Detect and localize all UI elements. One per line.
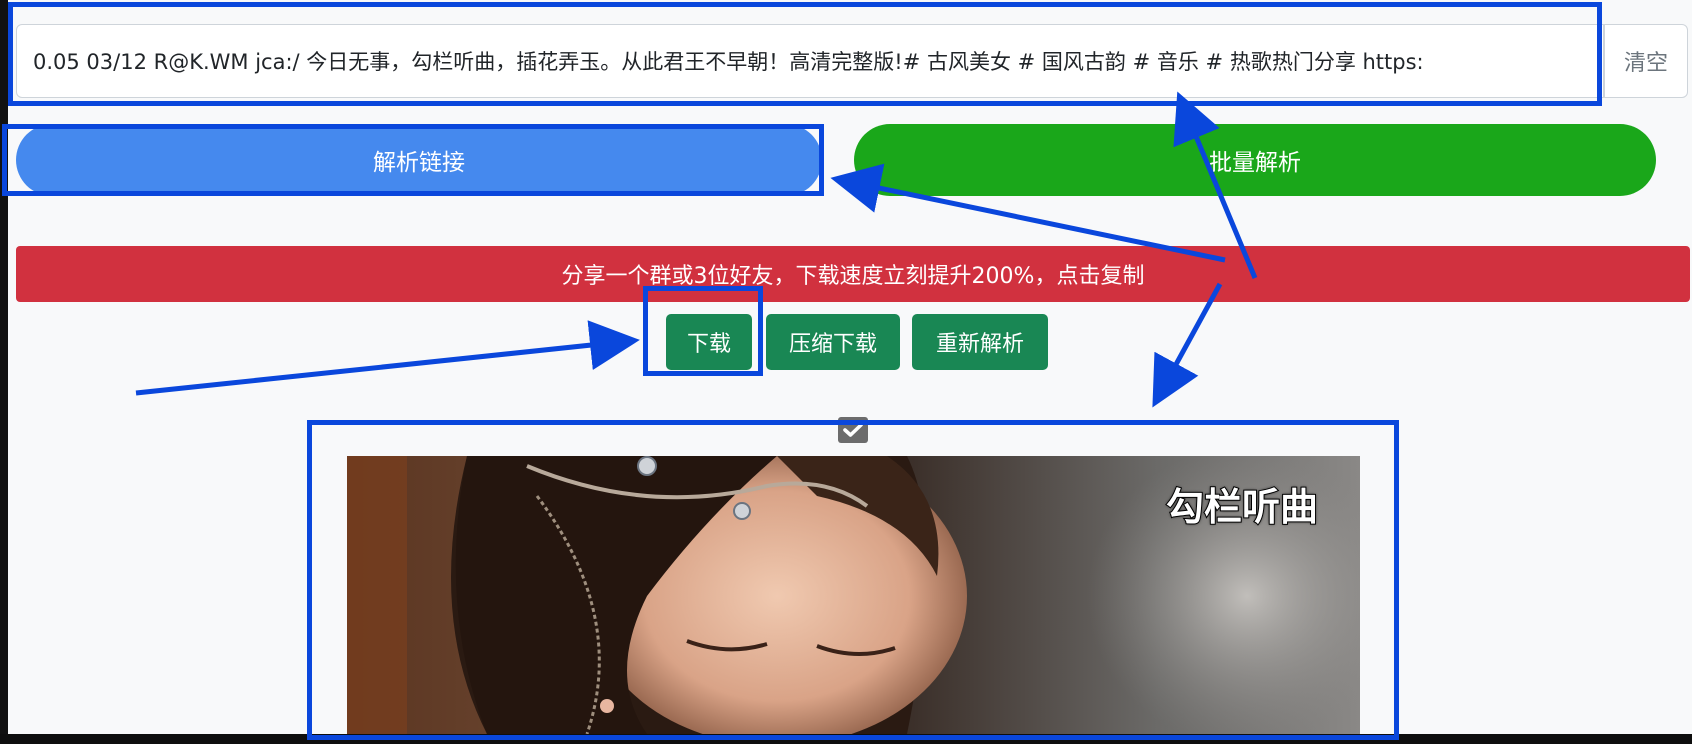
batch-parse-button[interactable]: 批量解析	[854, 124, 1656, 196]
annotation-box-video	[307, 420, 1399, 740]
annotation-box-parse	[2, 124, 824, 196]
annotation-box-input	[8, 2, 1602, 106]
clear-button[interactable]: 清空	[1604, 24, 1688, 98]
window-edge	[0, 0, 8, 744]
zip-download-button[interactable]: 压缩下载	[766, 314, 900, 370]
arrow-to-download	[135, 320, 640, 396]
share-promo-banner[interactable]: 分享一个群或3位好友，下载速度立刻提升200%，点击复制	[16, 246, 1690, 302]
annotation-box-download	[643, 286, 763, 376]
reparse-button[interactable]: 重新解析	[912, 314, 1048, 370]
